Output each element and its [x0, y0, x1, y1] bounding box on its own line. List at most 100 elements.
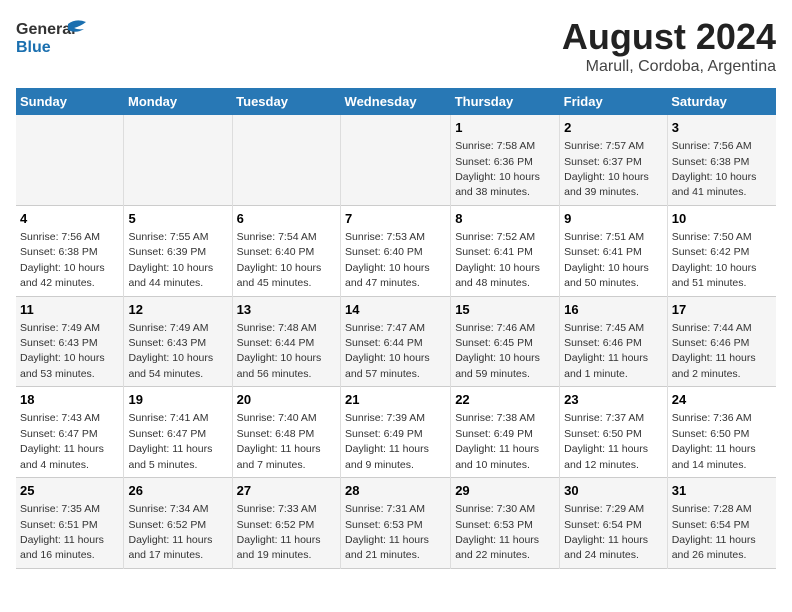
logo-icon: General Blue	[16, 16, 96, 56]
day-info: Sunrise: 7:55 AM Sunset: 6:39 PM Dayligh…	[128, 231, 213, 289]
svg-text:General: General	[16, 21, 76, 38]
page-subtitle: Marull, Cordoba, Argentina	[562, 58, 776, 76]
page-header: General Blue August 2024 Marull, Cordoba…	[16, 16, 776, 76]
day-info: Sunrise: 7:57 AM Sunset: 6:37 PM Dayligh…	[564, 140, 649, 198]
calendar-cell: 8 Sunrise: 7:52 AM Sunset: 6:41 PM Daylig…	[451, 205, 560, 296]
day-number: 8	[455, 210, 555, 228]
day-info: Sunrise: 7:54 AM Sunset: 6:40 PM Dayligh…	[237, 231, 322, 289]
calendar-cell: 24 Sunrise: 7:36 AM Sunset: 6:50 PM Dayli…	[667, 387, 776, 478]
day-info: Sunrise: 7:56 AM Sunset: 6:38 PM Dayligh…	[20, 231, 105, 289]
title-block: August 2024 Marull, Cordoba, Argentina	[562, 16, 776, 76]
header-tuesday: Tuesday	[232, 88, 340, 115]
day-info: Sunrise: 7:38 AM Sunset: 6:49 PM Dayligh…	[455, 412, 539, 470]
calendar-cell	[232, 115, 340, 205]
header-friday: Friday	[560, 88, 668, 115]
day-info: Sunrise: 7:45 AM Sunset: 6:46 PM Dayligh…	[564, 322, 648, 380]
day-number: 23	[564, 391, 663, 409]
calendar-cell: 26 Sunrise: 7:34 AM Sunset: 6:52 PM Dayli…	[124, 478, 232, 569]
calendar-cell: 15 Sunrise: 7:46 AM Sunset: 6:45 PM Dayli…	[451, 296, 560, 387]
day-info: Sunrise: 7:52 AM Sunset: 6:41 PM Dayligh…	[455, 231, 540, 289]
header-monday: Monday	[124, 88, 232, 115]
day-info: Sunrise: 7:46 AM Sunset: 6:45 PM Dayligh…	[455, 322, 540, 380]
day-number: 31	[672, 482, 772, 500]
header-thursday: Thursday	[451, 88, 560, 115]
calendar-cell: 9Sunrise: 7:51 AM Sunset: 6:41 PM Daylig…	[560, 205, 668, 296]
day-number: 20	[237, 391, 336, 409]
calendar-cell: 21 Sunrise: 7:39 AM Sunset: 6:49 PM Dayli…	[341, 387, 451, 478]
day-info: Sunrise: 7:53 AM Sunset: 6:40 PM Dayligh…	[345, 231, 430, 289]
day-number: 5	[128, 210, 227, 228]
calendar-cell: 5 Sunrise: 7:55 AM Sunset: 6:39 PM Daylig…	[124, 205, 232, 296]
week-row-1: 4 Sunrise: 7:56 AM Sunset: 6:38 PM Daylig…	[16, 205, 776, 296]
day-number: 24	[672, 391, 772, 409]
day-number: 19	[128, 391, 227, 409]
calendar-cell: 18 Sunrise: 7:43 AM Sunset: 6:47 PM Dayli…	[16, 387, 124, 478]
calendar-cell: 30Sunrise: 7:29 AM Sunset: 6:54 PM Dayli…	[560, 478, 668, 569]
calendar-cell: 7 Sunrise: 7:53 AM Sunset: 6:40 PM Daylig…	[341, 205, 451, 296]
day-info: Sunrise: 7:40 AM Sunset: 6:48 PM Dayligh…	[237, 412, 321, 470]
day-info: Sunrise: 7:34 AM Sunset: 6:52 PM Dayligh…	[128, 503, 212, 561]
calendar-cell	[124, 115, 232, 205]
day-info: Sunrise: 7:48 AM Sunset: 6:44 PM Dayligh…	[237, 322, 322, 380]
day-number: 7	[345, 210, 446, 228]
header-saturday: Saturday	[667, 88, 776, 115]
day-info: Sunrise: 7:36 AM Sunset: 6:50 PM Dayligh…	[672, 412, 756, 470]
calendar-cell: 28Sunrise: 7:31 AM Sunset: 6:53 PM Dayli…	[341, 478, 451, 569]
week-row-4: 25 Sunrise: 7:35 AM Sunset: 6:51 PM Dayli…	[16, 478, 776, 569]
day-number: 3	[672, 119, 772, 137]
calendar-cell	[341, 115, 451, 205]
week-row-3: 18 Sunrise: 7:43 AM Sunset: 6:47 PM Dayli…	[16, 387, 776, 478]
calendar-cell: 31Sunrise: 7:28 AM Sunset: 6:54 PM Dayli…	[667, 478, 776, 569]
week-row-0: 1 Sunrise: 7:58 AM Sunset: 6:36 PM Daylig…	[16, 115, 776, 205]
day-number: 4	[20, 210, 119, 228]
day-info: Sunrise: 7:30 AM Sunset: 6:53 PM Dayligh…	[455, 503, 539, 561]
day-info: Sunrise: 7:49 AM Sunset: 6:43 PM Dayligh…	[20, 322, 105, 380]
calendar-cell: 2Sunrise: 7:57 AM Sunset: 6:37 PM Daylig…	[560, 115, 668, 205]
day-number: 18	[20, 391, 119, 409]
day-number: 25	[20, 482, 119, 500]
day-number: 1	[455, 119, 555, 137]
day-info: Sunrise: 7:56 AM Sunset: 6:38 PM Dayligh…	[672, 140, 757, 198]
calendar-table: SundayMondayTuesdayWednesdayThursdayFrid…	[16, 88, 776, 569]
day-info: Sunrise: 7:50 AM Sunset: 6:42 PM Dayligh…	[672, 231, 757, 289]
day-number: 28	[345, 482, 446, 500]
day-info: Sunrise: 7:47 AM Sunset: 6:44 PM Dayligh…	[345, 322, 430, 380]
day-info: Sunrise: 7:41 AM Sunset: 6:47 PM Dayligh…	[128, 412, 212, 470]
day-number: 14	[345, 301, 446, 319]
day-number: 29	[455, 482, 555, 500]
day-info: Sunrise: 7:49 AM Sunset: 6:43 PM Dayligh…	[128, 322, 213, 380]
day-number: 27	[237, 482, 336, 500]
calendar-cell: 20 Sunrise: 7:40 AM Sunset: 6:48 PM Dayli…	[232, 387, 340, 478]
logo: General Blue	[16, 16, 96, 56]
calendar-cell: 29 Sunrise: 7:30 AM Sunset: 6:53 PM Dayli…	[451, 478, 560, 569]
day-number: 13	[237, 301, 336, 319]
day-number: 10	[672, 210, 772, 228]
day-info: Sunrise: 7:39 AM Sunset: 6:49 PM Dayligh…	[345, 412, 429, 470]
day-number: 22	[455, 391, 555, 409]
day-number: 15	[455, 301, 555, 319]
day-info: Sunrise: 7:35 AM Sunset: 6:51 PM Dayligh…	[20, 503, 104, 561]
calendar-cell: 4 Sunrise: 7:56 AM Sunset: 6:38 PM Daylig…	[16, 205, 124, 296]
day-info: Sunrise: 7:29 AM Sunset: 6:54 PM Dayligh…	[564, 503, 648, 561]
calendar-cell: 11Sunrise: 7:49 AM Sunset: 6:43 PM Dayli…	[16, 296, 124, 387]
day-number: 12	[128, 301, 227, 319]
day-info: Sunrise: 7:51 AM Sunset: 6:41 PM Dayligh…	[564, 231, 649, 289]
calendar-cell: 23Sunrise: 7:37 AM Sunset: 6:50 PM Dayli…	[560, 387, 668, 478]
calendar-cell: 22 Sunrise: 7:38 AM Sunset: 6:49 PM Dayli…	[451, 387, 560, 478]
day-info: Sunrise: 7:58 AM Sunset: 6:36 PM Dayligh…	[455, 140, 540, 198]
page-title: August 2024	[562, 16, 776, 58]
day-info: Sunrise: 7:33 AM Sunset: 6:52 PM Dayligh…	[237, 503, 321, 561]
day-number: 16	[564, 301, 663, 319]
header-sunday: Sunday	[16, 88, 124, 115]
day-number: 21	[345, 391, 446, 409]
day-number: 26	[128, 482, 227, 500]
calendar-cell: 13 Sunrise: 7:48 AM Sunset: 6:44 PM Dayli…	[232, 296, 340, 387]
calendar-cell	[16, 115, 124, 205]
calendar-cell: 12 Sunrise: 7:49 AM Sunset: 6:43 PM Dayli…	[124, 296, 232, 387]
calendar-cell: 3 Sunrise: 7:56 AM Sunset: 6:38 PM Daylig…	[667, 115, 776, 205]
day-info: Sunrise: 7:43 AM Sunset: 6:47 PM Dayligh…	[20, 412, 104, 470]
calendar-cell: 1 Sunrise: 7:58 AM Sunset: 6:36 PM Daylig…	[451, 115, 560, 205]
calendar-cell: 6Sunrise: 7:54 AM Sunset: 6:40 PM Daylig…	[232, 205, 340, 296]
calendar-cell: 16 Sunrise: 7:45 AM Sunset: 6:46 PM Dayli…	[560, 296, 668, 387]
calendar-header-row: SundayMondayTuesdayWednesdayThursdayFrid…	[16, 88, 776, 115]
